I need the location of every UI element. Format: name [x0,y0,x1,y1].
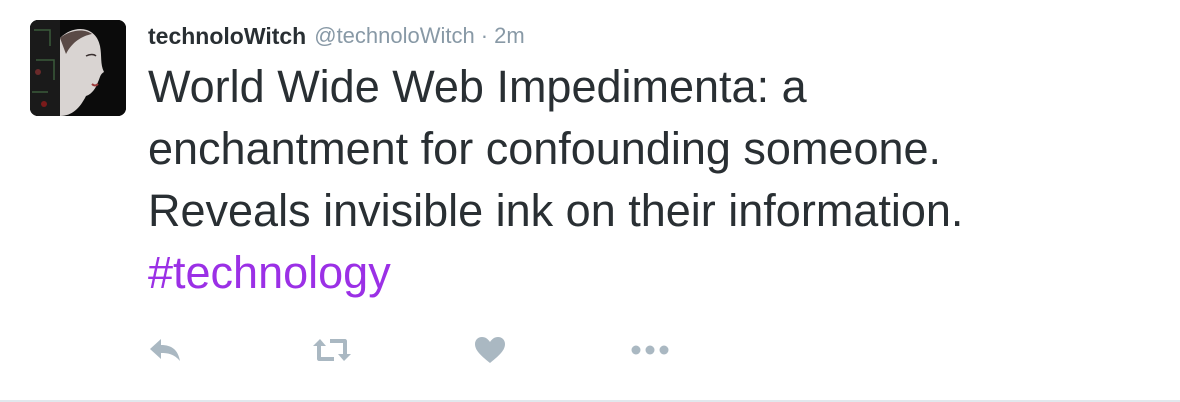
user-handle[interactable]: @technoloWitch [314,23,475,49]
separator-dot: · [480,23,489,48]
tweet-text-line: World Wide Web Impedimenta: a [148,61,807,112]
more-button[interactable] [630,332,670,368]
reply-button[interactable] [148,332,184,368]
more-icon [630,344,670,356]
tweet-timestamp[interactable]: 2m [494,23,525,49]
user-fullname[interactable]: technoloWitch [148,23,306,50]
heart-icon [474,336,506,364]
retweet-icon [312,337,352,363]
tweet: technoloWitch @technoloWitch · 2m World … [0,0,1180,402]
hashtag-link[interactable]: #technology [148,242,1158,304]
tweet-text-line: enchantment for confounding someone. [148,123,942,174]
like-button[interactable] [474,332,510,368]
avatar[interactable] [30,20,126,116]
retweet-button[interactable] [312,332,352,368]
avatar-image [30,20,126,116]
tweet-text-line: Reveals invisible ink on their informati… [148,185,964,236]
tweet-text: World Wide Web Impedimenta: a enchantmen… [148,56,1158,304]
reply-icon [148,337,182,363]
tweet-header: technoloWitch @technoloWitch · 2m [148,20,525,52]
